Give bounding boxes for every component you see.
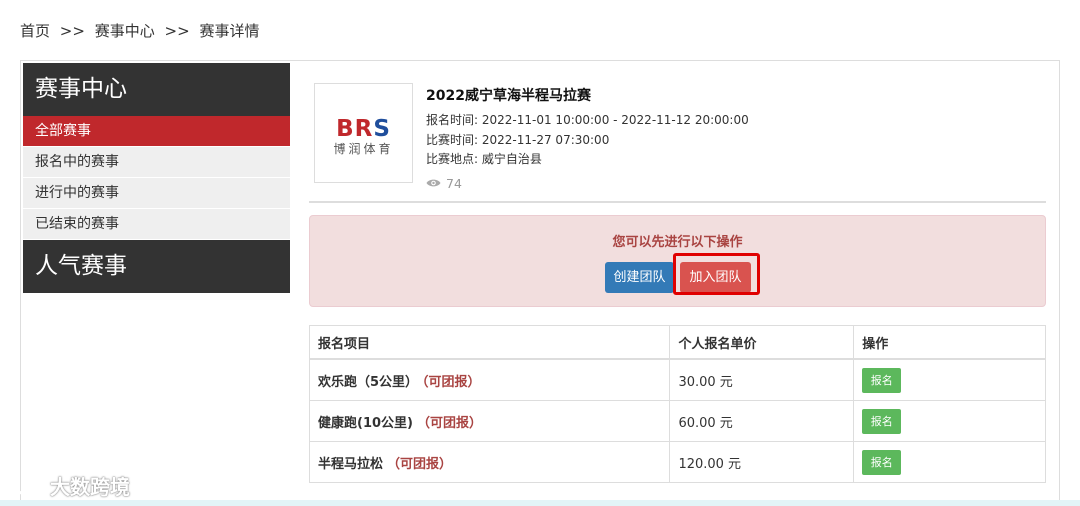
sidebar-heading-center: 赛事中心 — [23, 63, 290, 116]
breadcrumb-home[interactable]: 首页 — [20, 22, 50, 40]
team-tag: （可团报） — [422, 374, 481, 390]
team-tag: （可团报） — [416, 415, 482, 431]
join-team-button[interactable]: 加入团队 — [680, 262, 751, 293]
header-project: 报名项目 — [308, 325, 671, 360]
sidebar-heading-popular: 人气赛事 — [23, 240, 290, 293]
price-cell: 120.00 元 — [669, 441, 855, 483]
view-count: 74 — [426, 176, 749, 191]
table-row: 欢乐跑（5公里） （可团报） 30.00 元 报名 — [308, 358, 1046, 401]
breadcrumb-center[interactable]: 赛事中心 — [95, 22, 155, 40]
action-cell: 报名 — [853, 358, 1046, 401]
project-name: 健康跑(10公里) — [318, 415, 413, 431]
price-cell: 30.00 元 — [669, 358, 855, 401]
logo-subtitle: 博润体育 — [333, 142, 394, 156]
register-button[interactable]: 报名 — [862, 449, 902, 475]
sidebar: 赛事中心 全部赛事 报名中的赛事 进行中的赛事 已结束的赛事 人气赛事 — [23, 63, 290, 293]
breadcrumb-current: 赛事详情 — [199, 22, 260, 40]
breadcrumb-separator: >> — [164, 22, 190, 40]
action-alert: 您可以先进行以下操作 创建团队 加入团队 — [309, 215, 1046, 307]
create-team-button[interactable]: 创建团队 — [605, 262, 674, 293]
event-logo: BRS 博润体育 — [314, 83, 413, 183]
header-price: 个人报名单价 — [669, 325, 855, 360]
price-cell: 60.00 元 — [669, 400, 855, 442]
table-header-row: 报名项目 个人报名单价 操作 — [308, 325, 1046, 360]
action-cell: 报名 — [853, 441, 1046, 483]
race-place: 比赛地点: 威宁自治县 — [426, 152, 542, 166]
breadcrumb: 首页 >> 赛事中心 >> 赛事详情 — [20, 20, 264, 41]
event-info: 2022威宁草海半程马拉赛 报名时间: 2022-11-01 10:00:00 … — [426, 85, 749, 191]
project-name: 半程马拉松 — [318, 456, 384, 472]
watermark: 大数跨境 — [8, 471, 130, 500]
table-row: 半程马拉松 （可团报） 120.00 元 报名 — [308, 441, 1046, 483]
register-button[interactable]: 报名 — [862, 408, 902, 434]
register-button[interactable]: 报名 — [862, 367, 902, 393]
team-actions: 创建团队 加入团队 — [310, 253, 1045, 295]
registration-table: 报名项目 个人报名单价 操作 欢乐跑（5公里） （可团报） 30.00 元 报名 … — [308, 325, 1046, 483]
content-panel: 赛事中心 全部赛事 报名中的赛事 进行中的赛事 已结束的赛事 人气赛事 BRS … — [20, 60, 1060, 506]
bottom-strip — [0, 500, 1080, 506]
project-cell: 健康跑(10公里) （可团报） — [308, 400, 671, 442]
breadcrumb-separator: >> — [59, 22, 85, 40]
sidebar-item-all-events[interactable]: 全部赛事 — [23, 116, 290, 147]
watermark-logo-icon — [10, 475, 50, 494]
project-cell: 欢乐跑（5公里） （可团报） — [308, 358, 671, 401]
eye-icon — [426, 179, 441, 187]
event-title: 2022威宁草海半程马拉赛 — [426, 88, 591, 104]
alert-message: 您可以先进行以下操作 — [612, 235, 743, 250]
table-row: 健康跑(10公里) （可团报） 60.00 元 报名 — [308, 400, 1046, 442]
project-cell: 半程马拉松 （可团报） — [308, 441, 671, 483]
race-time: 比赛时间: 2022-11-27 07:30:00 — [426, 132, 610, 147]
sidebar-item-ended[interactable]: 已结束的赛事 — [23, 209, 290, 240]
sidebar-item-ongoing[interactable]: 进行中的赛事 — [23, 178, 290, 209]
signup-time: 报名时间: 2022-11-01 10:00:00 - 2022-11-12 2… — [426, 113, 749, 127]
event-header: BRS 博润体育 2022威宁草海半程马拉赛 报名时间: 2022-11-01 … — [309, 61, 1046, 203]
logo-brand-text: BRS — [336, 116, 391, 142]
event-detail: BRS 博润体育 2022威宁草海半程马拉赛 报名时间: 2022-11-01 … — [308, 61, 1046, 483]
header-action: 操作 — [853, 325, 1046, 360]
project-name: 欢乐跑（5公里） — [318, 374, 419, 390]
action-cell: 报名 — [853, 400, 1046, 442]
team-tag: （可团报） — [387, 456, 453, 472]
sidebar-item-registering[interactable]: 报名中的赛事 — [23, 147, 290, 178]
